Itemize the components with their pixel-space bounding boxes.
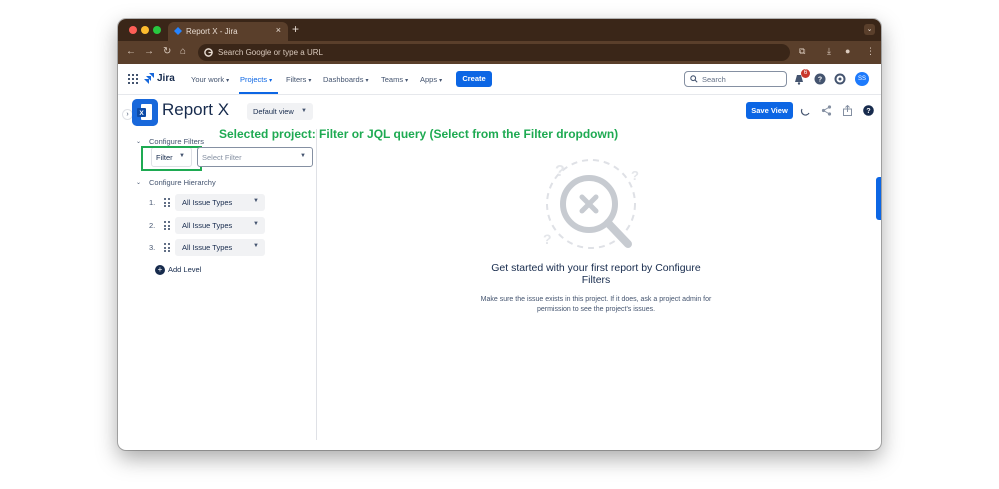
configure-hierarchy-heading[interactable]: Configure Hierarchy <box>149 178 216 187</box>
nav-projects[interactable]: Projects ▾ <box>240 75 272 84</box>
jira-top-nav: Jira Your work ▾ Projects ▾ Filters ▾ Dashb… <box>118 64 881 95</box>
active-nav-indicator <box>239 92 278 94</box>
select-filter-dropdown[interactable]: Select Filter ▼ <box>197 147 313 167</box>
nav-apps[interactable]: Apps ▾ <box>420 75 442 84</box>
svg-text:?: ? <box>631 168 639 183</box>
tab-search-menu-icon[interactable]: ⌄ <box>864 24 875 35</box>
add-level-button[interactable]: + Add Level <box>155 265 201 275</box>
apps-grid-icon[interactable] <box>128 74 138 84</box>
svg-text:X: X <box>139 110 144 117</box>
browser-tab-active[interactable]: Report X - Jira × <box>168 22 288 41</box>
empty-search-illustration: ? ? ? <box>543 159 639 249</box>
report-x-logo: X <box>132 99 158 126</box>
address-placeholder: Search Google or type a URL <box>218 48 323 57</box>
back-arrow-icon[interactable]: ← <box>126 46 136 57</box>
configure-filters-heading[interactable]: Configure Filters <box>149 137 204 146</box>
level-issue-type-select[interactable]: All Issue Types ▼ <box>175 194 265 211</box>
chevron-down-icon: ▾ <box>365 78 369 84</box>
browser-menu-icon[interactable]: ⋮ <box>866 46 875 57</box>
svg-text:?: ? <box>866 108 870 115</box>
browser-toolbar: ← → ↻ ⌂ Search Google or type a URL ⧉ ⤓ … <box>118 41 881 64</box>
profile-icon[interactable]: ● <box>845 46 850 56</box>
screenshot-stage: Report X - Jira × + ⌄ ← → ↻ ⌂ Search Goo… <box>0 0 999 489</box>
scrollbar-thumb[interactable] <box>876 177 881 220</box>
empty-state-description: Make sure the issue exists in this proje… <box>480 296 712 313</box>
notification-count-badge: 6 <box>801 69 810 78</box>
help-icon[interactable]: ? <box>863 105 874 116</box>
add-icon: + <box>155 265 165 275</box>
filter-highlight-box <box>141 146 202 171</box>
chevron-down-icon[interactable]: ⌄ <box>136 138 141 145</box>
chevron-down-icon: ▼ <box>301 108 307 114</box>
download-icon[interactable]: ⤓ <box>827 46 831 57</box>
home-icon[interactable]: ⌂ <box>180 46 186 57</box>
save-view-button[interactable]: Save View <box>746 102 793 119</box>
loading-spinner-icon <box>800 108 810 116</box>
drag-handle-icon[interactable] <box>164 198 170 207</box>
empty-state-title: Get started with your first report by Co… <box>491 262 701 286</box>
export-icon[interactable] <box>842 105 853 116</box>
reload-icon[interactable]: ↻ <box>163 46 171 57</box>
chevron-down-icon: ▾ <box>226 78 230 84</box>
maximize-window-button[interactable] <box>153 26 161 34</box>
chevron-down-icon: ▾ <box>405 78 409 84</box>
left-config-panel <box>118 129 317 440</box>
level-number: 2. <box>149 221 156 230</box>
share-icon[interactable] <box>821 105 832 116</box>
browser-tab-bar: Report X - Jira × + ⌄ <box>118 19 881 41</box>
nav-your-work[interactable]: Your work ▾ <box>191 75 229 84</box>
nav-teams[interactable]: Teams ▾ <box>381 75 408 84</box>
svg-text:?: ? <box>818 77 822 84</box>
level-number: 3. <box>149 243 156 252</box>
chevron-down-icon[interactable]: ⌄ <box>136 179 141 186</box>
jira-logo-text[interactable]: Jira <box>157 73 175 84</box>
new-tab-button[interactable]: + <box>292 22 299 36</box>
svg-text:?: ? <box>555 163 565 180</box>
annotation-caption: Selected project: Filter or JQL query (S… <box>219 127 619 141</box>
drag-handle-icon[interactable] <box>164 221 170 230</box>
chevron-down-icon: ▾ <box>269 78 273 84</box>
extensions-icon[interactable]: ⧉ <box>799 46 805 57</box>
forward-arrow-icon[interactable]: → <box>144 46 154 57</box>
view-selector-dropdown[interactable]: Default view ▼ <box>247 103 313 120</box>
tab-title: Report X - Jira <box>186 27 238 36</box>
tab-close-icon[interactable]: × <box>276 25 281 35</box>
avatar[interactable]: SS <box>855 72 869 86</box>
level-issue-type-select[interactable]: All Issue Types ▼ <box>175 239 265 256</box>
level-issue-type-select[interactable]: All Issue Types ▼ <box>175 217 265 234</box>
browser-window: Report X - Jira × + ⌄ ← → ↻ ⌂ Search Goo… <box>118 19 881 450</box>
chevron-down-icon: ▾ <box>308 78 312 84</box>
chevron-down-icon: ▾ <box>439 78 443 84</box>
svg-text:?: ? <box>543 231 552 247</box>
chevron-down-icon: ▼ <box>253 243 259 249</box>
search-placeholder: Search <box>702 75 726 84</box>
chevron-down-icon: ▼ <box>253 221 259 227</box>
jira-logo-icon[interactable] <box>144 73 154 85</box>
address-bar[interactable]: Search Google or type a URL <box>198 44 790 61</box>
google-icon <box>204 48 213 57</box>
nav-dashboards[interactable]: Dashboards ▾ <box>323 75 368 84</box>
chevron-down-icon: ▼ <box>253 198 259 204</box>
settings-icon[interactable] <box>834 73 846 85</box>
close-window-button[interactable] <box>129 26 137 34</box>
level-number: 1. <box>149 198 156 207</box>
jira-search-input[interactable]: Search <box>684 71 787 87</box>
drag-handle-icon[interactable] <box>164 243 170 252</box>
search-icon <box>690 75 698 83</box>
page-title: Report X <box>162 100 230 119</box>
help-icon[interactable]: ? <box>814 73 826 85</box>
create-button[interactable]: Create <box>456 71 492 87</box>
chevron-down-icon: ▼ <box>300 153 306 159</box>
jira-favicon-icon <box>174 27 182 35</box>
nav-filters[interactable]: Filters ▾ <box>286 75 311 84</box>
minimize-window-button[interactable] <box>141 26 149 34</box>
